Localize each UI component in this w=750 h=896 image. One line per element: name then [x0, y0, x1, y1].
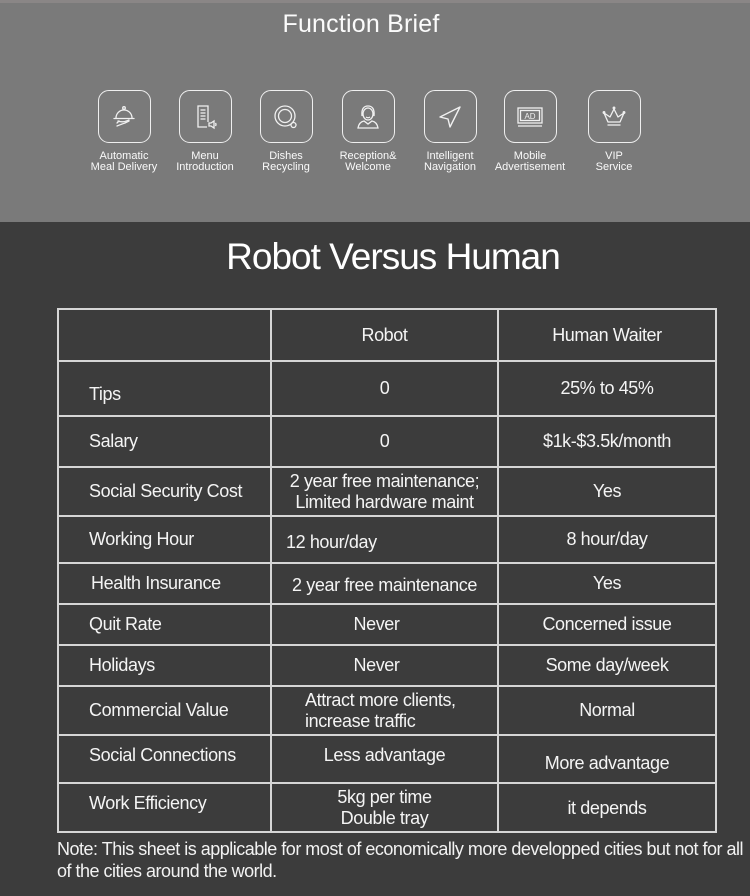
comparison-table: Robot Human Waiter Tips 0 25% to 45% Sal… [57, 308, 717, 833]
feature-intelligent-navigation: Intelligent Navigation [410, 90, 490, 173]
table-row: Social Connections Less advantage More a… [57, 734, 717, 784]
row-label: Quit Rate [57, 603, 272, 646]
row-label: Work Efficiency [57, 782, 272, 833]
table-row: Health Insurance 2 year free maintenance… [57, 562, 717, 605]
comparison-title: Robot Versus Human [226, 236, 561, 277]
human-value: Yes [497, 562, 717, 605]
human-value: Some day/week [497, 644, 717, 687]
robot-value: Never [270, 603, 499, 646]
table-row: Work Efficiency 5kg per time Double tray … [57, 782, 717, 833]
row-label: Working Hour [57, 515, 272, 564]
human-value: Normal [497, 685, 717, 736]
robot-value-line1: Attract more clients, [305, 689, 456, 710]
row-label: Tips [57, 360, 272, 417]
row-label: Health Insurance [57, 562, 272, 605]
robot-value: Never [270, 644, 499, 687]
row-label: Social Connections [57, 734, 272, 784]
feature-mobile-advertisement: AD Mobile Advertisement [490, 90, 570, 173]
robot-value: Attract more clients, increase traffic [270, 685, 499, 736]
robot-value-line2: increase traffic [305, 710, 416, 731]
robot-value: 0 [270, 415, 499, 468]
human-value: 8 hour/day [497, 515, 717, 564]
feature-icon-box [178, 90, 232, 143]
header-empty [57, 308, 272, 362]
feature-automatic-meal-delivery: Automatic Meal Delivery [84, 90, 164, 173]
row-label: Holidays [57, 644, 272, 687]
receptionist-icon [357, 104, 379, 129]
feature-icon-box [423, 90, 477, 143]
feature-icon-box [587, 90, 641, 143]
feature-menu-introduction: Menu Introduction [165, 90, 245, 173]
robot-value-line2: Limited hardware maint [295, 491, 474, 512]
robot-value: 2 year free maintenance; Limited hardware… [270, 466, 499, 517]
robot-value: 12 hour/day [270, 515, 499, 564]
row-label: Salary [57, 415, 272, 468]
table-row: Social Security Cost 2 year free mainten… [57, 466, 717, 517]
human-value: More advantage [497, 734, 717, 784]
feature-icon-box [341, 90, 395, 143]
menu-speaker-icon [197, 104, 217, 129]
feature-vip-service: VIP Service [574, 90, 654, 173]
header-robot: Robot [270, 308, 499, 362]
human-value: Concerned issue [497, 603, 717, 646]
top-strip [0, 0, 750, 3]
robot-value: 2 year free maintenance [270, 562, 499, 605]
feature-reception-welcome: Reception& Welcome [328, 90, 408, 173]
table-row: Commercial Value Attract more clients, in… [57, 685, 717, 736]
header-human-waiter: Human Waiter [497, 308, 717, 362]
table-row: Quit Rate Never Concerned issue [57, 603, 717, 646]
feature-icon-box [259, 90, 313, 143]
feature-icon-box [97, 90, 151, 143]
table-row: Salary 0 $1k-$3.5k/month [57, 415, 717, 468]
robot-value-line1: 5kg per time [337, 786, 432, 807]
feature-label: Service [595, 161, 633, 173]
table-row: Holidays Never Some day/week [57, 644, 717, 687]
robot-value-line2: Double tray [340, 807, 429, 828]
crown-icon [602, 106, 626, 126]
feature-dishes-recycling: Dishes Recycling [246, 90, 326, 173]
navigation-arrow-icon [439, 105, 461, 128]
human-value: it depends [497, 782, 717, 833]
human-value: Yes [497, 466, 717, 517]
table-row: Working Hour 12 hour/day 8 hour/day [57, 515, 717, 564]
ad-screen-icon: AD [517, 106, 543, 127]
table-row: Tips 0 25% to 45% [57, 360, 717, 417]
row-label: Commercial Value [57, 685, 272, 736]
robot-value: Less advantage [270, 734, 499, 784]
ad-text: AD [524, 111, 535, 120]
human-value: 25% to 45% [497, 360, 717, 417]
function-brief-section: Function Brief Automatic Meal Delivery M… [0, 0, 750, 222]
row-label: Social Security Cost [57, 466, 272, 517]
robot-value-line1: 2 year free maintenance; [289, 470, 480, 491]
robot-value: 5kg per time Double tray [270, 782, 499, 833]
table-header-row: Robot Human Waiter [57, 308, 717, 362]
feature-icon-box: AD [503, 90, 557, 143]
function-brief-title: Function Brief [282, 10, 440, 38]
dish-recycle-icon [274, 104, 297, 128]
robot-value: 0 [270, 360, 499, 417]
meal-delivery-cloche-icon [113, 105, 135, 127]
footnote: Note: This sheet is applicable for most … [57, 839, 744, 881]
human-value: $1k-$3.5k/month [497, 415, 717, 468]
